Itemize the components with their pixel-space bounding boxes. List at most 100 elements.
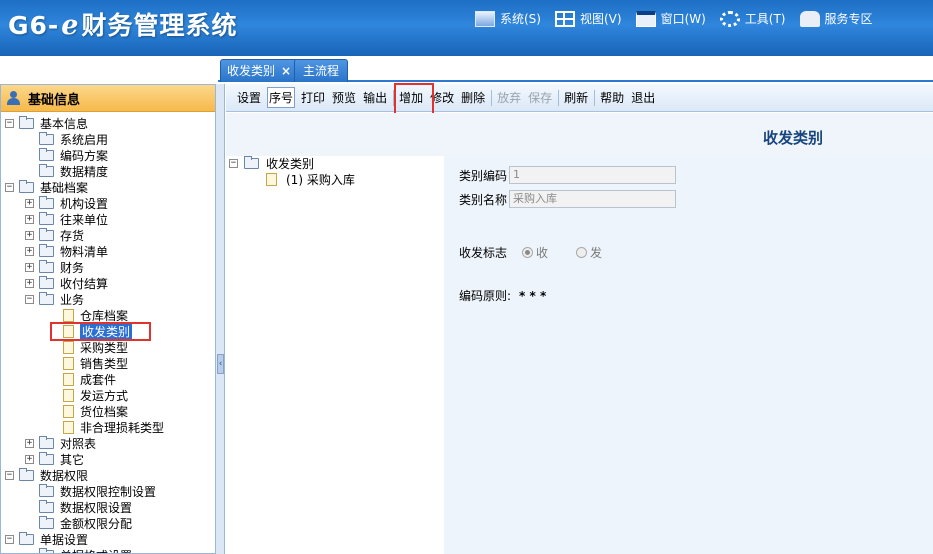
close-icon[interactable]: × (281, 64, 291, 78)
panel-splitter[interactable]: ‹ (216, 84, 225, 554)
tree-item[interactable]: + 物料清单 (1, 244, 215, 260)
category-code-row: 类别编码 1 (459, 166, 677, 184)
category-tree-root[interactable]: − 收发类别 (226, 156, 444, 172)
folder-icon (39, 164, 54, 177)
toolbar-button[interactable]: 序号 (267, 87, 296, 108)
file-icon (63, 405, 74, 418)
category-code-label: 类别编码 (459, 168, 508, 183)
tab-bar: 收发类别 × 主流程 (218, 56, 933, 82)
folder-icon (19, 532, 34, 545)
menu-view[interactable]: 视图(V) (554, 10, 622, 27)
tree-item[interactable]: 单据格式设置 (1, 548, 215, 553)
toolbar-button[interactable]: 预览 (331, 88, 357, 107)
collapse-icon[interactable]: − (5, 535, 14, 544)
page-header: 收发类别 (226, 113, 933, 156)
expand-icon[interactable]: + (25, 439, 34, 448)
tree-item[interactable]: + 往来单位 (1, 212, 215, 228)
toolbar-button[interactable]: 打印 (300, 88, 326, 107)
category-name-input[interactable]: 采购入库 (509, 190, 677, 208)
tree-item[interactable]: 数据权限控制设置 (1, 484, 215, 500)
code-rule-value: * * * (519, 288, 547, 303)
toolbar-button[interactable]: 输出 (362, 88, 388, 107)
expand-icon[interactable]: + (25, 215, 34, 224)
tree-item[interactable]: 数据权限设置 (1, 500, 215, 516)
category-code-input[interactable]: 1 (509, 166, 677, 184)
toolbar-button[interactable]: 刷新 (563, 88, 589, 107)
radio-out[interactable] (576, 247, 588, 258)
tree-item[interactable]: 系统启用 (1, 132, 215, 148)
expand-icon[interactable]: + (25, 247, 34, 256)
flag-in-label: 收 (536, 246, 549, 260)
tree-item[interactable]: − 数据权限 (1, 468, 215, 484)
category-tree-pane: − 收发类别 (1) 采购入库 (226, 156, 444, 554)
tree-item[interactable]: 采购类型 (1, 340, 215, 356)
detail-form: 类别编码 1 类别名称 采购入库 收发标志 收 发 编码原则: * * * (444, 156, 933, 554)
tree-item[interactable]: + 收付结算 (1, 276, 215, 292)
tree-item-label: 其它 (60, 453, 85, 467)
tree-item-label: 基础档案 (40, 181, 89, 195)
tree-item-label: 编码方案 (60, 149, 109, 163)
folder-icon (39, 228, 54, 241)
category-tree-item[interactable]: (1) 采购入库 (226, 172, 444, 188)
tree-item[interactable]: − 基本信息 (1, 116, 215, 132)
menu-system[interactable]: 系统(S) (475, 10, 541, 27)
app-header: G6- e 财务管理系统 系统(S) 视图(V) 窗口(W) 工具(T) 服务专区 (0, 0, 933, 56)
menu-window[interactable]: 窗口(W) (635, 10, 706, 27)
tree-item[interactable]: + 对照表 (1, 436, 215, 452)
folder-icon (39, 244, 54, 257)
toolbar-button[interactable]: 设置 (236, 88, 262, 107)
tree-item-label: 单据格式设置 (60, 548, 132, 553)
page-title: 收发类别 (762, 129, 823, 147)
toolbar-button[interactable]: 帮助 (599, 88, 625, 107)
folder-icon (39, 452, 54, 465)
left-nav-panel: 基础信息 − 基本信息 系统启用 编码方案 数据精度 − 基础档案 + 机构设置 + 往来单位 + 存货… (0, 84, 216, 554)
expand-icon[interactable]: + (25, 279, 34, 288)
tree-item[interactable]: + 其它 (1, 452, 215, 468)
tree-item[interactable]: 发运方式 (1, 388, 215, 404)
tree-item-label: 机构设置 (60, 197, 109, 211)
left-panel-header[interactable]: 基础信息 (1, 85, 215, 112)
expand-icon[interactable]: + (25, 199, 34, 208)
tree-item[interactable]: 货位档案 (1, 404, 215, 420)
tab-receive-send-category[interactable]: 收发类别 × (220, 59, 299, 82)
toolbar-button: 放弃 (497, 91, 522, 105)
menu-service[interactable]: 服务专区 (799, 10, 873, 27)
collapse-icon[interactable]: − (5, 119, 14, 128)
tab-main-flow[interactable]: 主流程 (294, 59, 349, 82)
flag-in-option[interactable]: 收 (522, 244, 548, 261)
collapse-icon[interactable]: − (5, 471, 14, 480)
folder-icon (39, 260, 54, 273)
expand-icon[interactable]: + (25, 231, 34, 240)
tree-item[interactable]: 销售类型 (1, 356, 215, 372)
tree-item[interactable]: − 单据设置 (1, 532, 215, 548)
tree-item-label: 金额权限分配 (60, 517, 133, 531)
tree-item-label: 发运方式 (80, 389, 129, 403)
menu-tools[interactable]: 工具(T) (719, 10, 786, 27)
tree-item[interactable]: − 基础档案 (1, 180, 215, 196)
radio-in[interactable] (522, 247, 534, 258)
tree-item[interactable]: 非合理损耗类型 (1, 420, 215, 436)
expand-icon[interactable]: + (25, 263, 34, 272)
tree-item[interactable]: + 存货 (1, 228, 215, 244)
tree-item[interactable]: 数据精度 (1, 164, 215, 180)
collapse-icon[interactable]: − (25, 295, 34, 304)
folder-icon (19, 468, 34, 481)
tree-item[interactable]: 编码方案 (1, 148, 215, 164)
expand-icon[interactable]: + (25, 455, 34, 464)
collapse-icon[interactable]: − (229, 159, 238, 168)
tree-item[interactable]: 成套件 (1, 372, 215, 388)
toolbar-button[interactable]: 删除 (460, 88, 486, 107)
tree-item-label: 数据权限设置 (60, 501, 133, 515)
collapse-arrow-icon[interactable]: ‹ (217, 354, 224, 374)
tree-item[interactable]: 金额权限分配 (1, 516, 215, 532)
tree-item[interactable]: + 财务 (1, 260, 215, 276)
flag-out-option[interactable]: 发 (576, 244, 602, 261)
user-icon (7, 91, 20, 105)
logo-suffix: 财务管理系统 (81, 11, 238, 40)
tree-item[interactable]: − 业务 (1, 292, 215, 308)
toolbar-button[interactable]: 退出 (630, 88, 656, 107)
file-icon (63, 357, 74, 370)
tree-item[interactable]: + 机构设置 (1, 196, 215, 212)
collapse-icon[interactable]: − (5, 183, 14, 192)
menu-system-label: 系统(S) (500, 12, 541, 26)
